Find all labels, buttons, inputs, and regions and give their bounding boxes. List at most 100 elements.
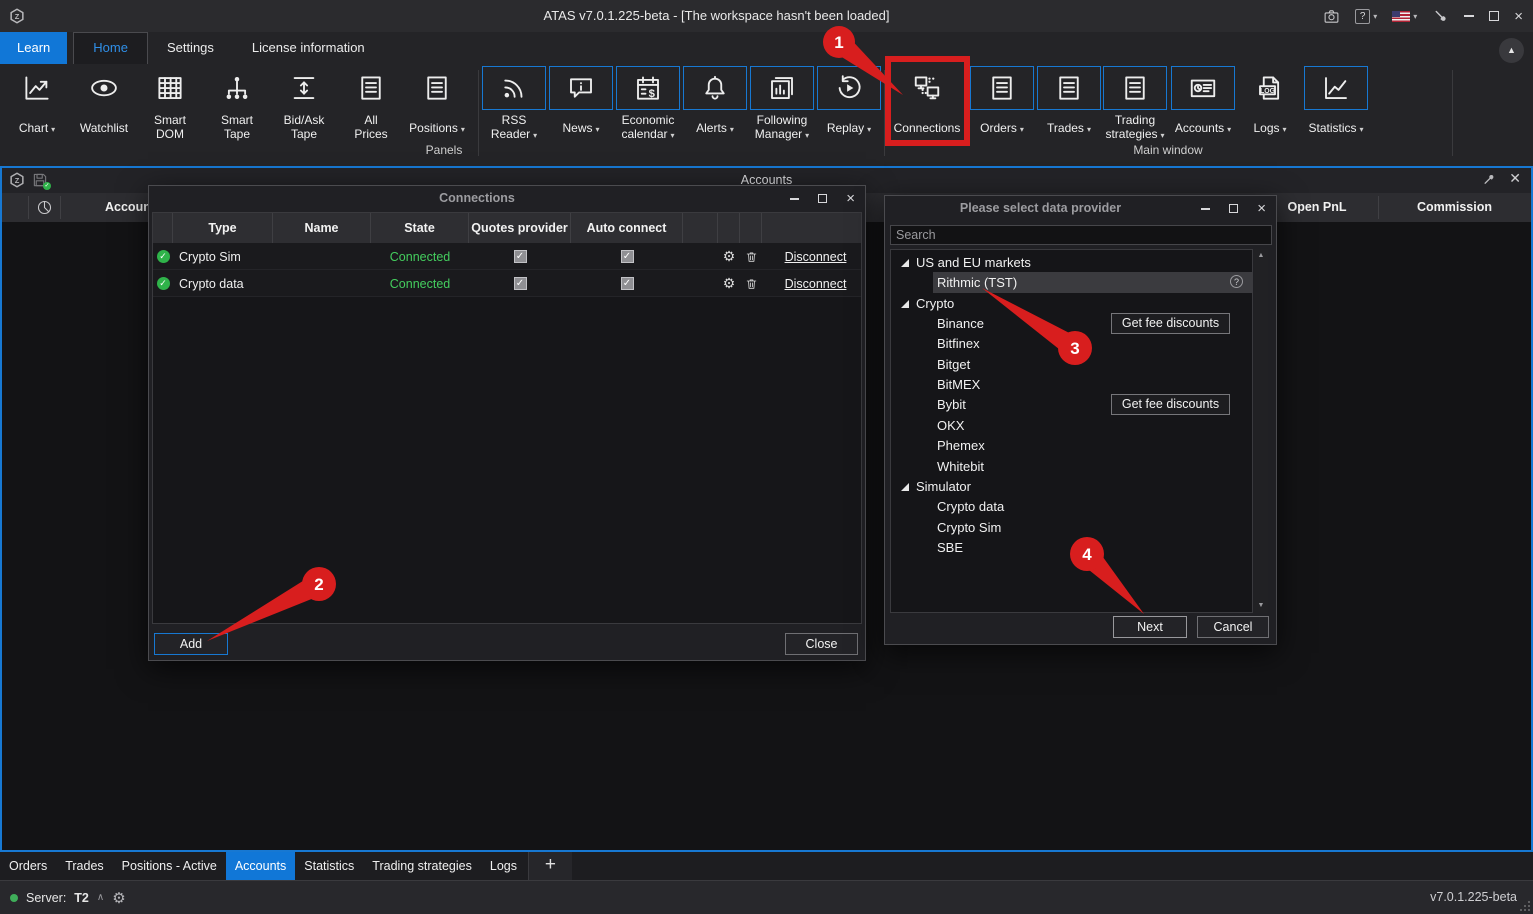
bottom-tab-orders[interactable]: Orders [0,852,56,880]
ribbon-button-logs[interactable]: LOGLogs▾ [1237,66,1303,158]
ribbon-button-trades[interactable]: Trades▾ [1036,66,1102,158]
tree-item-phemex[interactable]: Phemex [892,436,1251,456]
menu-tab-license-information[interactable]: License information [233,32,384,64]
tree-expander-icon[interactable] [901,483,909,491]
help-menu-button[interactable]: ?▾ [1355,9,1377,24]
tree-item-simulator[interactable]: Simulator [892,477,1251,497]
bottom-tab-positions-active[interactable]: Positions - Active [113,852,226,880]
column-header-action[interactable] [762,213,869,243]
column-header-gear[interactable] [718,213,740,243]
minimize-button[interactable] [1464,15,1474,17]
quotes-checkbox[interactable]: ✓ [469,243,571,270]
ribbon-button-connections[interactable]: Connections [888,66,966,158]
panel-pin-icon[interactable] [1482,172,1497,187]
bottom-tab-trades[interactable]: Trades [56,852,112,880]
ribbon-button-smart-tape[interactable]: SmartTape [204,66,270,158]
ribbon-button-economic-calendar[interactable]: $Economiccalendar▾ [615,66,681,158]
ribbon-button-positions[interactable]: Positions▾ [404,66,470,158]
column-header-trash[interactable] [740,213,762,243]
ribbon-button-bid-ask-tape[interactable]: Bid/AskTape [271,66,337,158]
ribbon-button-orders[interactable]: Orders▾ [969,66,1035,158]
disconnect-link[interactable]: Disconnect [762,243,869,270]
tree-item-crypto[interactable]: Crypto [892,294,1251,314]
tree-item-bitmex[interactable]: BitMEX [892,375,1251,395]
tree-item-bitfinex[interactable]: Bitfinex [892,334,1251,354]
delete-connection-trash-icon[interactable] [740,243,762,270]
delete-connection-trash-icon[interactable] [740,270,762,297]
tree-item-rithmic-tst[interactable]: Rithmic (TST)? [892,273,1251,293]
ribbon-button-smart-dom[interactable]: SmartDOM [137,66,203,158]
dialog-minimize-button[interactable] [790,198,799,200]
auto-checkbox[interactable]: ✓ [571,243,683,270]
ribbon-button-rss-reader[interactable]: RSSReader▾ [481,66,547,158]
column-header-type[interactable]: Type [173,213,273,243]
tree-item-whitebit[interactable]: Whitebit [892,457,1251,477]
ribbon-button-trading-strategies[interactable]: Tradingstrategies▾ [1102,66,1168,158]
ribbon-button-alerts[interactable]: Alerts▾ [682,66,748,158]
collapse-ribbon-button[interactable]: ▲ [1499,38,1524,63]
ribbon-button-following-manager[interactable]: FollowingManager▾ [749,66,815,158]
menu-tab-learn[interactable]: Learn [0,32,67,64]
tree-item-bybit[interactable]: BybitGet fee discounts [892,395,1251,415]
settings-gear-icon[interactable]: ⚙ [112,889,125,907]
ribbon-button-watchlist[interactable]: Watchlist [71,66,137,158]
screenshot-camera-icon[interactable] [1323,8,1340,25]
bottom-tab-statistics[interactable]: Statistics [295,852,363,880]
search-input[interactable] [890,225,1272,245]
dialog-minimize-button[interactable] [1201,208,1210,210]
column-header-quotes[interactable]: Quotes provider [469,213,571,243]
auto-checkbox[interactable]: ✓ [571,270,683,297]
connection-settings-gear-icon[interactable]: ⚙ [718,243,740,270]
panel-close-icon[interactable]: ✕ [1509,170,1521,187]
connection-settings-gear-icon[interactable]: ⚙ [718,270,740,297]
get-fee-discounts-button[interactable]: Get fee discounts [1111,313,1230,334]
tree-item-binance[interactable]: BinanceGet fee discounts [892,314,1251,334]
maximize-button[interactable] [1489,11,1499,21]
chevron-up-icon[interactable]: ∧ [97,892,104,903]
pie-chart-icon[interactable] [36,199,53,216]
language-flag-button[interactable]: ▾ [1392,11,1417,22]
scroll-down-icon[interactable]: ▼ [1254,599,1268,613]
tree-item-sbe[interactable]: SBE [892,538,1251,558]
quotes-checkbox[interactable]: ✓ [469,270,571,297]
dialog-close-button[interactable]: × [1257,201,1266,216]
column-header-auto[interactable]: Auto connect [571,213,683,243]
add-tab-button[interactable]: + [528,852,572,880]
ribbon-button-all-prices[interactable]: AllPrices [338,66,404,158]
bottom-tab-logs[interactable]: Logs [481,852,526,880]
close-button[interactable]: × [1514,9,1523,24]
tree-item-okx[interactable]: OKX [892,416,1251,436]
column-header-name[interactable]: Name [273,213,371,243]
dialog-close-button[interactable]: × [846,191,855,206]
column-header-state[interactable]: State [371,213,469,243]
menu-tab-settings[interactable]: Settings [148,32,233,64]
scroll-up-icon[interactable]: ▲ [1254,249,1268,263]
ribbon-button-replay[interactable]: Replay▾ [816,66,882,158]
tree-expander-icon[interactable] [901,259,909,267]
cancel-button[interactable]: Cancel [1197,616,1269,638]
pin-icon[interactable] [1432,8,1449,25]
scrollbar[interactable]: ▲ ▼ [1254,249,1268,613]
close-dialog-button[interactable]: Close [785,633,858,655]
add-connection-button[interactable]: Add [154,633,228,655]
save-layout-icon[interactable]: ✓ [31,171,49,189]
tree-item-crypto-data[interactable]: Crypto data [892,497,1251,517]
menu-tab-home[interactable]: Home [73,32,148,64]
tree-item-crypto-sim[interactable]: Crypto Sim [892,518,1251,538]
column-header-commission[interactable]: Commission [1378,193,1531,222]
bottom-tab-accounts[interactable]: Accounts [226,852,295,880]
dialog-maximize-button[interactable] [818,194,827,203]
tree-item-bitget[interactable]: Bitget [892,355,1251,375]
tree-expander-icon[interactable] [901,300,909,308]
get-fee-discounts-button[interactable]: Get fee discounts [1111,394,1230,415]
ribbon-button-accounts[interactable]: Accounts▾ [1170,66,1236,158]
dialog-maximize-button[interactable] [1229,204,1238,213]
ribbon-button-news[interactable]: News▾ [548,66,614,158]
bottom-tab-trading-strategies[interactable]: Trading strategies [363,852,481,880]
next-button[interactable]: Next [1113,616,1187,638]
tree-item-us-and-eu-markets[interactable]: US and EU markets [892,253,1251,273]
ribbon-button-statistics[interactable]: Statistics▾ [1303,66,1369,158]
resize-grip[interactable] [1519,900,1531,912]
disconnect-link[interactable]: Disconnect [762,270,869,297]
ribbon-button-chart[interactable]: Chart▾ [4,66,70,158]
